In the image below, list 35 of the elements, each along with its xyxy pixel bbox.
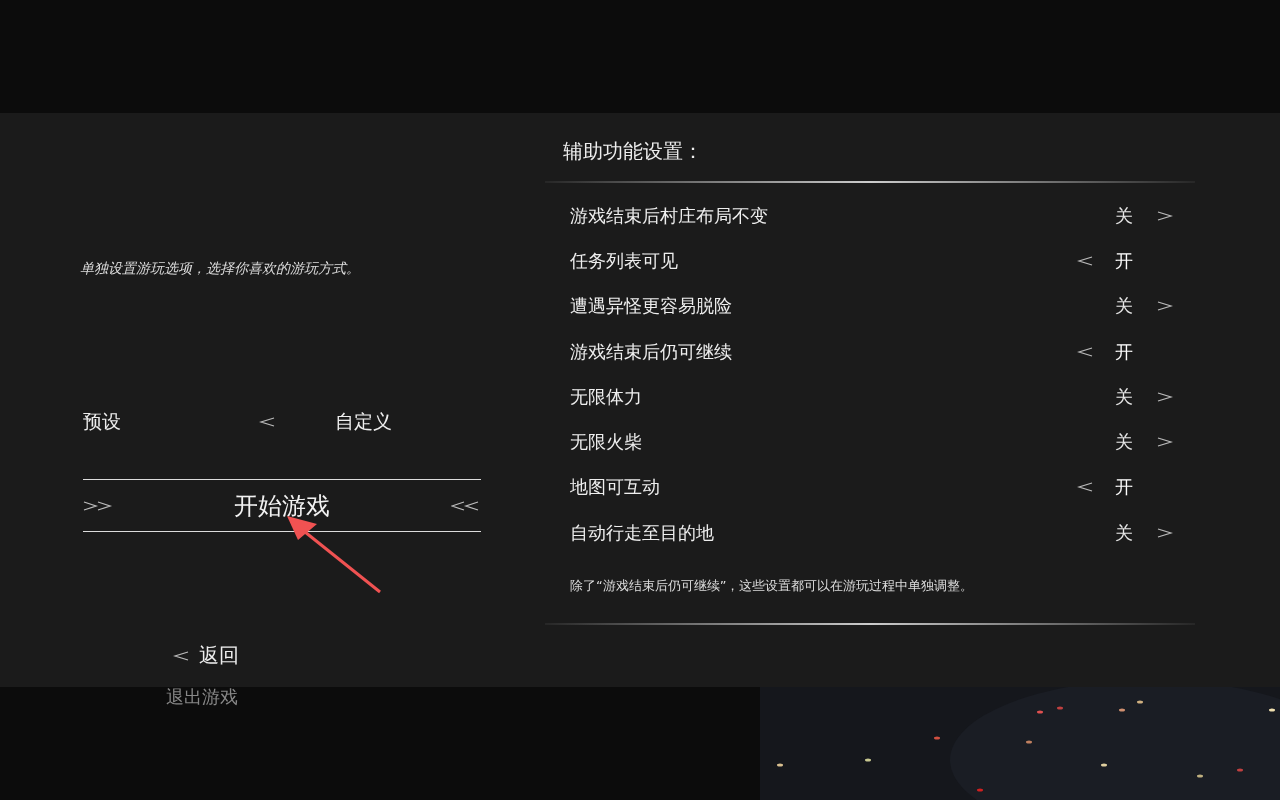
setting-label: 无限火柴: [570, 430, 643, 455]
right-chevron-icon[interactable]: [1157, 390, 1173, 403]
left-chevron-icon[interactable]: [1077, 345, 1093, 358]
setting-label: 自动行走至目的地: [570, 520, 715, 545]
settings-title: 辅助功能设置：: [562, 138, 704, 165]
setting-value: 关: [1115, 520, 1134, 545]
setting-value: 开: [1115, 339, 1134, 364]
right-chevron-icon[interactable]: [1157, 436, 1173, 449]
setting-label: 任务列表可见: [570, 248, 679, 273]
preset-value: 自定义: [335, 409, 392, 434]
setting-label: 游戏结束后仍可继续: [570, 339, 733, 364]
setting-value: 关: [1115, 203, 1134, 228]
setting-label: 遭遇异怪更容易脱险: [570, 294, 733, 319]
left-chevron-icon: [173, 649, 189, 662]
setting-value: 关: [1115, 430, 1134, 455]
setting-label: 无限体力: [570, 384, 643, 409]
setting-label: 地图可互动: [570, 475, 661, 500]
setting-value: 开: [1115, 475, 1134, 500]
exit-game-button[interactable]: 退出游戏: [166, 685, 238, 709]
preset-label: 预设: [83, 409, 122, 434]
back-button[interactable]: 返回: [199, 642, 239, 669]
left-chevron-icon[interactable]: [1077, 254, 1093, 267]
left-chevron-icon[interactable]: [259, 416, 275, 428]
double-right-chevron-icon: [83, 499, 113, 512]
settings-note: 除了“游戏结束后仍可继续”，这些设置都可以在游玩过程中单独调整。: [570, 577, 975, 596]
intro-text: 单独设置游玩选项，选择你喜欢的游玩方式。: [80, 259, 361, 278]
right-chevron-icon[interactable]: [1157, 526, 1173, 539]
setting-value: 开: [1115, 248, 1134, 273]
double-left-chevron-icon: [451, 499, 481, 512]
left-chevron-icon[interactable]: [1077, 481, 1093, 494]
setting-value: 关: [1115, 294, 1134, 319]
right-chevron-icon[interactable]: [1157, 300, 1173, 313]
right-chevron-icon[interactable]: [1157, 209, 1173, 222]
setting-value: 关: [1115, 384, 1134, 409]
setting-label: 游戏结束后村庄布局不变: [570, 203, 769, 228]
